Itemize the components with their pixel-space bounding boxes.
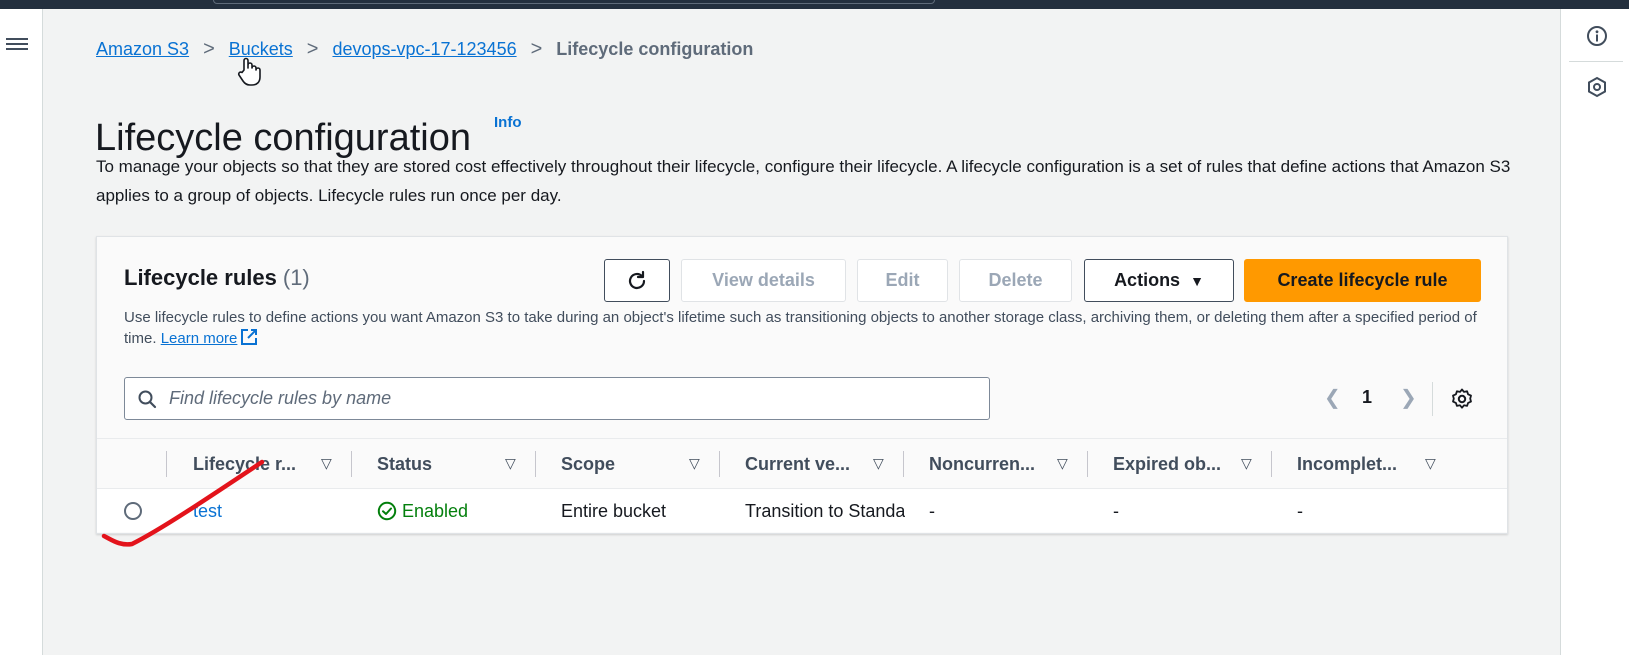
rule-name-link[interactable]: test xyxy=(193,501,222,522)
column-header-status[interactable]: Status ▽ xyxy=(377,439,547,489)
sort-icon[interactable]: ▽ xyxy=(1241,455,1252,472)
check-circle-icon xyxy=(377,501,397,521)
column-label: Noncurren... xyxy=(929,453,1036,474)
global-search-bar[interactable] xyxy=(213,0,935,4)
column-header-current-version[interactable]: Current ve... ▽ xyxy=(745,439,915,489)
sort-icon[interactable]: ▽ xyxy=(873,455,884,472)
cell-expired: - xyxy=(1113,500,1119,521)
view-details-button[interactable]: View details xyxy=(681,259,846,302)
breadcrumb-separator: > xyxy=(530,38,543,60)
column-label: Incomplet... xyxy=(1297,453,1398,474)
sort-icon[interactable]: ▽ xyxy=(321,455,332,472)
delete-button[interactable]: Delete xyxy=(959,259,1072,302)
top-navigation-bar xyxy=(0,0,1629,9)
hamburger-icon[interactable] xyxy=(6,35,28,53)
pagination-divider xyxy=(1432,382,1433,416)
rail-divider xyxy=(1569,61,1623,62)
table-row[interactable]: test Enabled Entire bucket Transition to… xyxy=(97,488,1507,532)
actions-dropdown-button[interactable]: Actions ▼ xyxy=(1084,259,1234,302)
lifecycle-rules-description-text: Use lifecycle rules to define actions yo… xyxy=(124,309,1477,347)
actions-label: Actions xyxy=(1114,270,1181,290)
gear-icon[interactable] xyxy=(1450,387,1474,411)
column-label: Current ve... xyxy=(745,453,851,474)
caret-down-icon: ▼ xyxy=(1190,272,1204,289)
hexagon-help-icon[interactable] xyxy=(1586,76,1608,98)
edit-button[interactable]: Edit xyxy=(857,259,948,302)
info-circle-icon[interactable] xyxy=(1586,25,1608,47)
left-navigation-rail xyxy=(0,9,43,655)
sort-icon[interactable]: ▽ xyxy=(1057,455,1068,472)
column-label: Lifecycle r... xyxy=(193,453,297,474)
status-text: Enabled xyxy=(402,500,469,521)
table-header: Lifecycle r... ▽ Status ▽ Scope ▽ Curren… xyxy=(97,438,1507,488)
chevron-right-icon[interactable]: ❯ xyxy=(1400,385,1417,410)
column-header-rule-name[interactable]: Lifecycle r... ▽ xyxy=(193,439,363,489)
info-link[interactable]: Info xyxy=(494,114,522,131)
column-divider xyxy=(1087,451,1088,477)
column-label: Status xyxy=(377,453,433,474)
status-badge: Enabled xyxy=(377,501,468,522)
column-header-expired[interactable]: Expired ob... ▽ xyxy=(1113,439,1283,489)
cell-rule-name: test xyxy=(193,489,343,533)
column-header-incomplete[interactable]: Incomplet... ▽ xyxy=(1297,439,1467,489)
breadcrumb: Amazon S3 > Buckets > devops-vpc-17-1234… xyxy=(96,38,753,61)
column-header-noncurrent[interactable]: Noncurren... ▽ xyxy=(929,439,1099,489)
sort-icon[interactable]: ▽ xyxy=(505,455,516,472)
chevron-left-icon[interactable]: ❮ xyxy=(1324,385,1341,410)
lifecycle-rules-count: (1) xyxy=(282,265,310,290)
breadcrumb-bucket-name[interactable]: devops-vpc-17-123456 xyxy=(332,39,516,60)
sort-icon[interactable]: ▽ xyxy=(1425,455,1436,472)
column-divider xyxy=(166,451,167,477)
breadcrumb-separator: > xyxy=(203,38,215,60)
search-input[interactable] xyxy=(167,380,967,416)
cell-incomplete: - xyxy=(1297,500,1303,521)
breadcrumb-separator: > xyxy=(306,38,319,60)
cell-scope: Entire bucket xyxy=(561,500,667,521)
column-label: Scope xyxy=(561,453,616,474)
search-icon xyxy=(138,390,157,409)
lifecycle-rules-description: Use lifecycle rules to define actions yo… xyxy=(124,307,1484,349)
column-divider xyxy=(903,451,904,477)
breadcrumb-amazon-s3[interactable]: Amazon S3 xyxy=(96,39,189,60)
column-divider xyxy=(351,451,352,477)
current-page-number[interactable]: 1 xyxy=(1362,387,1372,408)
breadcrumb-current: Lifecycle configuration xyxy=(556,39,754,59)
external-link-icon[interactable] xyxy=(240,328,258,346)
column-label: Expired ob... xyxy=(1113,453,1222,474)
column-header-scope[interactable]: Scope ▽ xyxy=(561,439,731,489)
row-select-radio[interactable] xyxy=(124,502,142,520)
column-divider xyxy=(535,451,536,477)
lifecycle-rules-panel: Lifecycle rules (1) View details Edit Del… xyxy=(96,236,1508,534)
cell-status: Enabled xyxy=(377,489,547,533)
hand-pointer-cursor-icon xyxy=(237,57,261,86)
column-divider xyxy=(719,451,720,477)
sort-icon[interactable]: ▽ xyxy=(689,455,700,472)
cell-current-version: Transition to Standa xyxy=(745,500,905,521)
right-tools-rail xyxy=(1560,9,1629,655)
refresh-icon xyxy=(628,270,646,289)
column-divider xyxy=(1271,451,1272,477)
page-description: To manage your objects so that they are … xyxy=(96,157,1511,205)
learn-more-link[interactable]: Learn more xyxy=(161,330,238,347)
create-lifecycle-rule-button[interactable]: Create lifecycle rule xyxy=(1244,259,1481,302)
cell-noncurrent: - xyxy=(929,500,935,521)
refresh-button[interactable] xyxy=(604,259,670,302)
search-field xyxy=(124,377,990,420)
lifecycle-rules-heading: Lifecycle rules (1) xyxy=(124,265,310,291)
lifecycle-rules-title: Lifecycle rules xyxy=(124,265,277,290)
